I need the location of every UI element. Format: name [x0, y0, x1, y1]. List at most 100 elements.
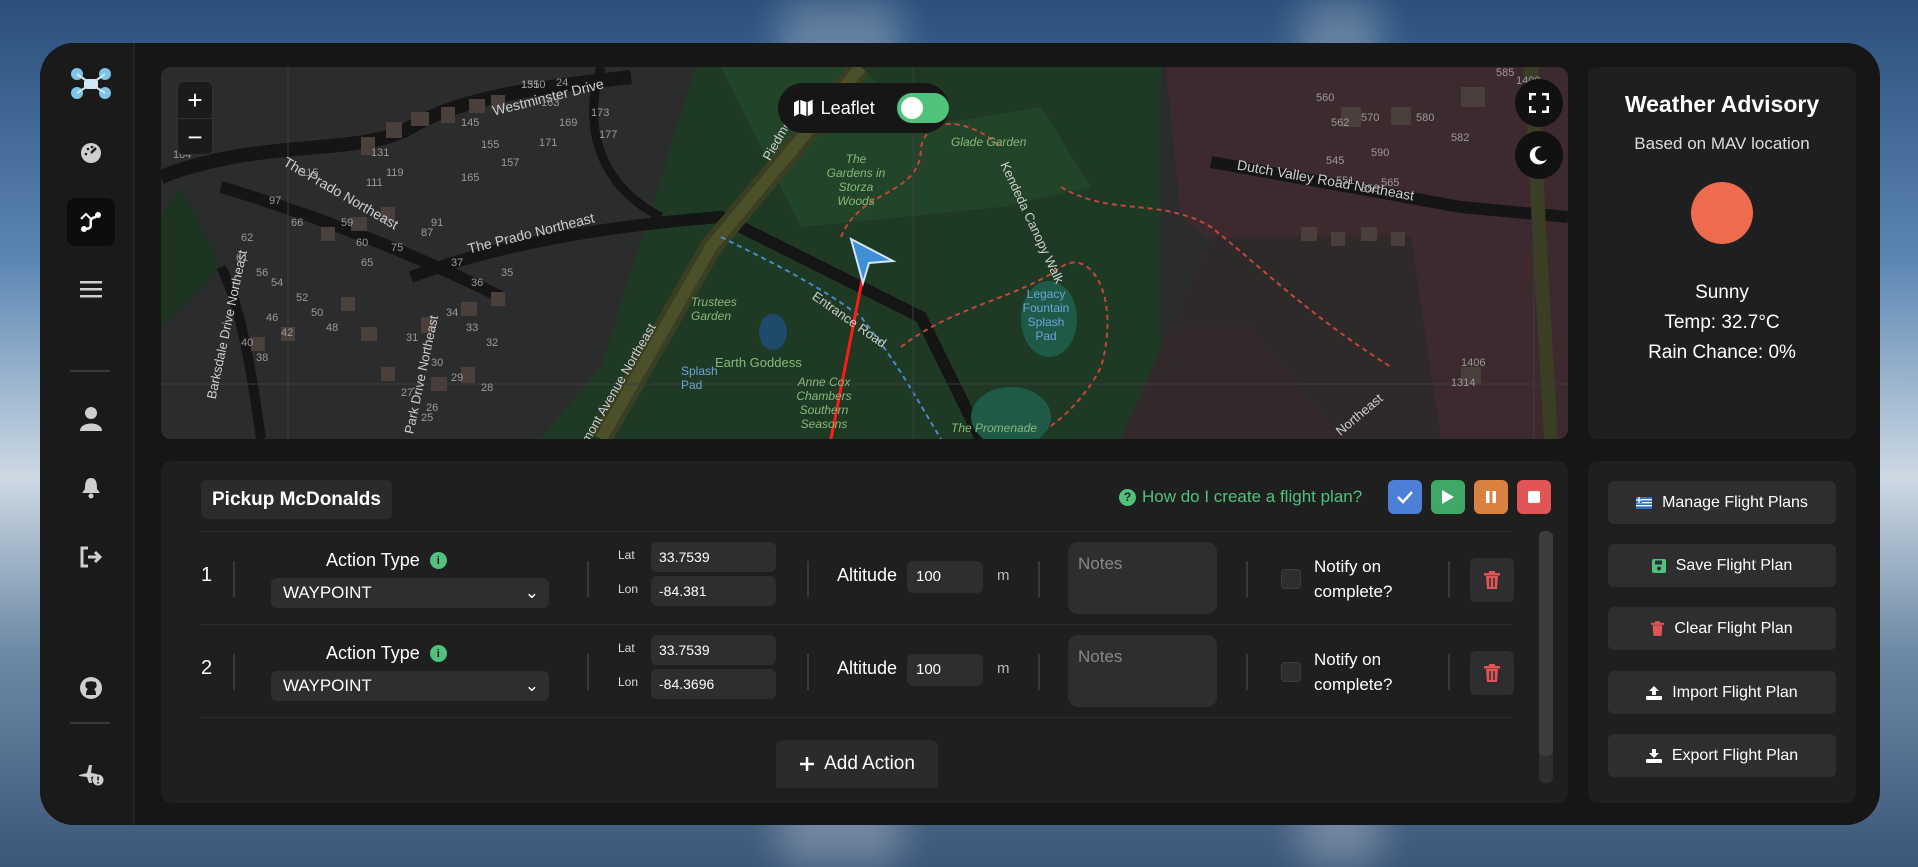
route-icon[interactable]	[67, 198, 115, 246]
app-window: Westminster Drive The Prado Northeast Th…	[40, 43, 1880, 825]
lon-input[interactable]: -84.381	[651, 576, 776, 606]
divider	[807, 654, 809, 690]
clear-flight-plan-button[interactable]: Clear Flight Plan	[1608, 607, 1836, 650]
notify-label: Notify on complete?	[1314, 647, 1392, 697]
notify-label: Notify on complete?	[1314, 554, 1392, 604]
moon-icon	[1529, 146, 1547, 165]
action-type-select[interactable]: WAYPOINT ⌄	[271, 578, 549, 608]
export-flight-plan-button[interactable]: Export Flight Plan	[1608, 734, 1836, 777]
map-view[interactable]: Westminster Drive The Prado Northeast Th…	[161, 67, 1568, 439]
greek-flag-icon	[1636, 496, 1653, 509]
manage-flight-plans-button[interactable]: Manage Flight Plans	[1608, 481, 1836, 524]
action-type-label: Action Type i	[326, 550, 447, 571]
logout-icon[interactable]	[67, 533, 115, 581]
action-row: 1 Action Type i WAYPOINT ⌄ Lat 33.7539 L…	[201, 531, 1514, 624]
drone-logo-icon[interactable]	[67, 61, 115, 109]
altitude-unit: m	[997, 660, 1010, 677]
github-icon[interactable]	[67, 664, 115, 712]
lat-label: Lat	[618, 548, 635, 562]
flight-plan-name[interactable]: Pickup McDonalds	[201, 480, 392, 519]
divider	[807, 561, 809, 597]
zoom-out-button[interactable]: −	[178, 119, 212, 156]
plane-alert-icon[interactable]	[67, 751, 115, 799]
notify-checkbox[interactable]	[1281, 662, 1301, 682]
divider	[1246, 654, 1248, 690]
button-label: Manage Flight Plans	[1662, 493, 1808, 511]
weather-rain: Rain Chance: 0%	[1648, 342, 1796, 363]
trash-icon	[1484, 571, 1500, 589]
action-number: 2	[201, 657, 213, 679]
play-icon	[1442, 490, 1454, 504]
trash-icon	[1484, 664, 1500, 682]
action-type-select[interactable]: WAYPOINT ⌄	[271, 671, 549, 701]
scrollbar[interactable]	[1539, 531, 1553, 783]
save-flight-plan-button[interactable]: Save Flight Plan	[1608, 544, 1836, 587]
weather-status-indicator	[1691, 182, 1753, 244]
list-icon[interactable]	[67, 265, 115, 313]
check-icon	[1397, 491, 1413, 504]
weather-advisory: Weather Advisory Based on MAV location S…	[1588, 67, 1856, 439]
sidebar	[40, 43, 135, 825]
lat-input[interactable]: 33.7539	[651, 635, 776, 665]
delete-action-button[interactable]	[1470, 558, 1514, 602]
divider	[1448, 654, 1450, 690]
add-action-label: Add Action	[824, 753, 915, 774]
notify-label-line: complete?	[1314, 675, 1393, 694]
help-link-text: How do I create a flight plan?	[1142, 487, 1363, 506]
map-icon	[794, 99, 813, 117]
chevron-down-icon: ⌄	[524, 583, 539, 602]
notes-textarea[interactable]: Notes	[1068, 635, 1217, 707]
map-provider-toggle[interactable]: Leaflet	[778, 83, 949, 133]
question-icon: ?	[1119, 488, 1136, 506]
info-icon[interactable]: i	[429, 645, 447, 662]
help-link[interactable]: ? How do I create a flight plan?	[1119, 487, 1362, 507]
chevron-down-icon: ⌄	[524, 676, 539, 695]
import-flight-plan-button[interactable]: Import Flight Plan	[1608, 671, 1836, 714]
start-flight-button[interactable]	[1431, 480, 1465, 514]
stop-flight-button[interactable]	[1517, 480, 1551, 514]
fullscreen-icon	[1529, 93, 1549, 113]
sidebar-divider	[70, 370, 110, 372]
fullscreen-button[interactable]	[1515, 79, 1563, 127]
action-type-value: WAYPOINT	[283, 676, 372, 695]
dark-mode-button[interactable]	[1515, 131, 1563, 179]
action-type-text: Action Type	[326, 550, 420, 570]
divider	[233, 654, 235, 690]
drone-marker-icon[interactable]	[847, 237, 897, 287]
action-type-text: Action Type	[326, 643, 420, 663]
bell-icon[interactable]	[67, 464, 115, 512]
lat-input[interactable]: 33.7539	[651, 542, 776, 572]
dashboard-icon[interactable]	[67, 129, 115, 177]
delete-action-button[interactable]	[1470, 651, 1514, 695]
divider	[587, 654, 589, 690]
divider	[1038, 561, 1040, 597]
altitude-label: Altitude	[837, 658, 898, 678]
row-divider	[201, 717, 1511, 718]
lat-label: Lat	[618, 641, 635, 655]
altitude-input[interactable]: 100	[907, 654, 983, 686]
toggle-switch[interactable]	[896, 93, 949, 123]
scrollbar-thumb[interactable]	[1539, 531, 1553, 756]
confirm-plan-button[interactable]	[1388, 480, 1422, 514]
stop-icon	[1528, 491, 1540, 503]
altitude-input[interactable]: 100	[907, 561, 983, 593]
divider	[587, 561, 589, 597]
flight-plan-editor: Pickup McDonalds ? How do I create a fli…	[161, 461, 1568, 803]
user-icon[interactable]	[67, 395, 115, 443]
lon-input[interactable]: -84.3696	[651, 669, 776, 699]
flight-plan-manager: Manage Flight Plans Save Flight Plan Cle…	[1588, 461, 1856, 803]
pause-icon	[1486, 491, 1496, 503]
zoom-in-button[interactable]: +	[178, 82, 212, 119]
notify-checkbox[interactable]	[1281, 569, 1301, 589]
info-icon[interactable]: i	[429, 552, 447, 569]
zoom-control: + −	[177, 81, 213, 155]
add-action-button[interactable]: Add Action	[776, 740, 938, 788]
upload-icon	[1646, 686, 1663, 700]
save-icon	[1651, 558, 1666, 573]
lon-label: Lon	[618, 582, 639, 596]
button-label: Save Flight Plan	[1675, 556, 1793, 574]
altitude-unit: m	[997, 567, 1010, 584]
notes-textarea[interactable]: Notes	[1068, 542, 1217, 614]
pause-flight-button[interactable]	[1474, 480, 1508, 514]
weather-temp: Temp: 32.7°C	[1664, 312, 1780, 333]
